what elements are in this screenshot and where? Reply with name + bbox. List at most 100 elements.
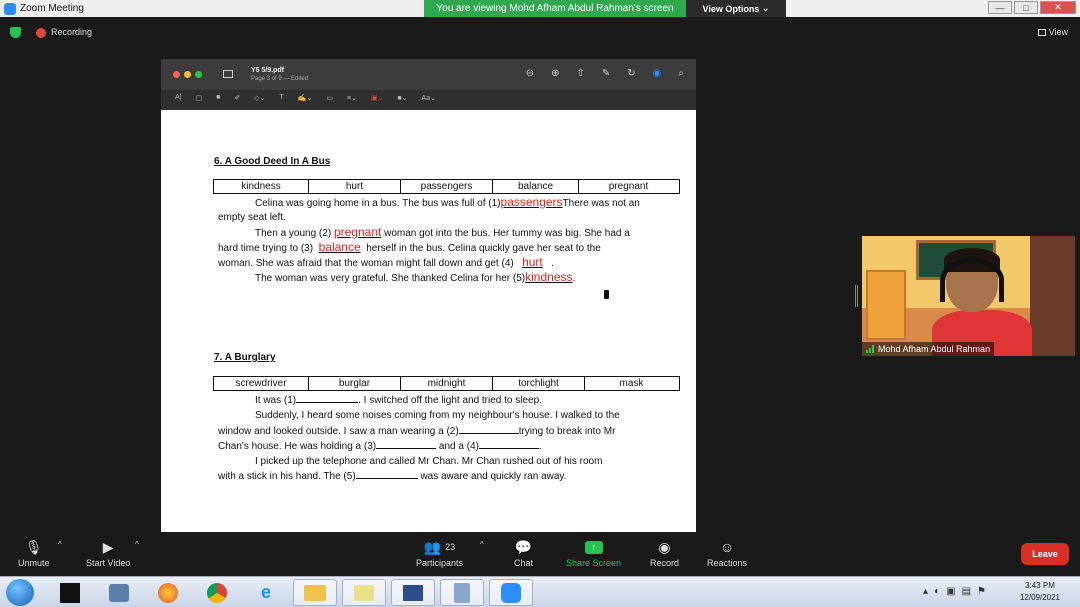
leave-button[interactable]: Leave (1021, 543, 1069, 565)
chat-label: Chat (514, 558, 534, 568)
chrome-icon[interactable] (195, 579, 239, 606)
shapes-icon[interactable]: ◇⌄ (254, 94, 265, 102)
text-style-icon[interactable]: Aa⌄ (422, 94, 436, 102)
sketch-icon[interactable]: ✐ (234, 94, 240, 102)
start-video-button[interactable]: ▶ Start Video (86, 536, 130, 569)
blank-3 (376, 439, 437, 449)
start-button-icon[interactable] (6, 579, 34, 606)
view-button[interactable]: View (1037, 27, 1068, 37)
video-options-chevron-icon[interactable]: ^ (135, 540, 139, 549)
tray-app-icon[interactable]: ▣ (946, 586, 955, 597)
s6-text: hard time trying to (3) (218, 243, 314, 254)
share-screen-label: Share Screen (566, 558, 622, 568)
share-screen-icon: ↑ (584, 536, 603, 558)
s6-text: . (572, 273, 576, 284)
word-cell: midnight (401, 377, 493, 390)
minimize-dot-icon[interactable] (184, 71, 191, 78)
answer-5: kindness (525, 270, 573, 284)
s6-text: woman. She was afraid that the woman mig… (218, 258, 514, 269)
section-6-word-table: kindness hurt passengers balance pregnan… (213, 179, 680, 194)
share-screen-button[interactable]: ↑ Share Screen (566, 536, 621, 568)
search-icon[interactable]: ⌕ (678, 68, 684, 79)
participant-video-tile[interactable]: Mohd Afham Abdul Rahman (862, 236, 1075, 356)
tray-expand-icon[interactable]: ▴ (923, 586, 928, 597)
s6-text: Celina was going home in a bus. The bus … (255, 198, 501, 209)
network-icon[interactable]: ▤ (962, 586, 971, 597)
internet-explorer-icon[interactable]: e (244, 579, 288, 606)
audio-options-chevron-icon[interactable]: ^ (58, 540, 62, 549)
file-explorer-icon[interactable] (293, 579, 337, 606)
s6-line-1: Celina was going home in a bus. The bus … (255, 196, 640, 210)
unmute-button[interactable]: 🎙 Unmute (18, 536, 50, 569)
maximize-button[interactable]: □ (1014, 1, 1038, 14)
reactions-button[interactable]: ☺ Reactions (707, 536, 747, 568)
volume-icon[interactable]: ◐ (934, 586, 940, 597)
participants-icon: 👥 23 (423, 538, 456, 555)
s7-line-2: Suddenly, I heard some noises coming fro… (255, 410, 620, 421)
taskbar-app-2-icon[interactable] (97, 579, 141, 606)
record-button[interactable]: ◉ Record (650, 536, 679, 569)
answer-4: hurt (522, 255, 543, 269)
fill-color-icon[interactable]: ■⌄ (397, 94, 407, 102)
zoom-in-icon[interactable]: ⊕ (551, 68, 559, 79)
s6-text: woman got into the bus. Her tummy was bi… (384, 228, 630, 239)
recording-label[interactable]: Recording (51, 27, 92, 37)
annotate-icon[interactable]: ◉ (653, 68, 662, 79)
s7-text: and a (4) (438, 441, 479, 452)
blank-2 (458, 424, 519, 434)
close-dot-icon[interactable] (173, 71, 180, 78)
participants-button[interactable]: 👥 23 Participants (416, 536, 463, 569)
s6-text: Then a young (2) (255, 228, 332, 239)
windows-taskbar: e ▴ ◐ ▣ ▤ ⚑ 3:43 PM 12/09/2021 (0, 576, 1080, 607)
line-style-icon[interactable]: ≡⌄ (347, 94, 357, 102)
rotate-icon[interactable]: ↻ (627, 68, 635, 79)
answer-2: pregnant (333, 225, 382, 239)
zoom-taskbar-icon[interactable] (489, 579, 533, 606)
word-cell: passengers (401, 180, 493, 193)
markup-pen-icon[interactable]: ✎ (602, 68, 610, 79)
action-center-icon[interactable]: ⚑ (977, 586, 986, 597)
video-cabinet (866, 270, 906, 340)
taskbar-app-8-icon[interactable] (391, 579, 435, 606)
sign-icon[interactable]: ✍⌄ (298, 94, 313, 102)
pdf-page-info: Page 3 of 9 — Edited (251, 76, 309, 82)
note-icon[interactable]: ▭ (326, 94, 333, 102)
section-7-word-table: screwdriver burglar midnight torchlight … (213, 376, 680, 391)
sidebar-toggle-icon[interactable] (223, 70, 233, 78)
text-select-icon[interactable]: A| (175, 94, 182, 102)
s7-line-3: window and looked outside. I saw a man w… (218, 424, 615, 438)
zoom-out-icon[interactable]: ⊖ (526, 68, 534, 79)
textbox-icon[interactable]: T (279, 94, 283, 102)
word-cell: hurt (309, 180, 401, 193)
close-button[interactable]: ✕ (1040, 1, 1076, 14)
participants-count: 23 (445, 542, 456, 552)
cursor-icon (604, 290, 609, 299)
taskbar-app-1-icon[interactable] (48, 579, 92, 606)
view-options-button[interactable]: View Options ⌄ (686, 0, 786, 17)
s7-line-5: I picked up the telephone and called Mr … (255, 456, 603, 467)
participants-chevron-icon[interactable]: ^ (480, 540, 484, 549)
panel-resize-handle[interactable] (855, 285, 858, 307)
taskbar-clock[interactable]: 3:43 PM 12/09/2021 (1020, 580, 1060, 604)
firefox-icon[interactable] (146, 579, 190, 606)
redact-icon[interactable]: ■ (216, 94, 220, 102)
shield-icon[interactable] (10, 27, 21, 38)
calculator-icon[interactable] (440, 579, 484, 606)
grid-icon (1037, 28, 1046, 36)
word-cell: torchlight (493, 377, 585, 390)
s6-line-2: empty seat left. (218, 212, 286, 223)
s6-text: herself in the bus. Celina quickly gave … (366, 243, 601, 254)
minimize-button[interactable]: — (988, 1, 1012, 14)
zoom-dot-icon[interactable] (195, 71, 202, 78)
share-icon[interactable]: ⇧ (576, 68, 584, 79)
border-color-icon[interactable]: ▣⌄ (371, 94, 383, 102)
chat-button[interactable]: 💬 Chat (514, 536, 534, 569)
meeting-control-bar: 🎙 Unmute ^ ▶ Start Video ^ 👥 23 Particip… (0, 532, 1080, 576)
s7-text: trying to break into Mr (518, 426, 616, 437)
participant-name: Mohd Afham Abdul Rahman (878, 344, 991, 354)
pdf-toolbar: Y5 5/9.pdf Page 3 of 9 — Edited ⊖ ⊕ ⇧ ✎ … (161, 59, 696, 90)
rect-select-icon[interactable]: ▢ (196, 94, 203, 102)
section-7-title: 7. A Burglary (214, 352, 276, 363)
answer-1: passengers (500, 195, 563, 209)
sticky-notes-icon[interactable] (342, 579, 386, 606)
